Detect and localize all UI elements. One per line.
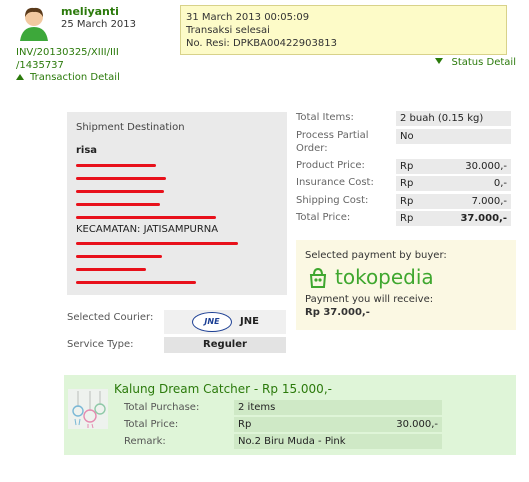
courier-label: Selected Courier: xyxy=(67,312,154,323)
partial-order-value: No xyxy=(396,129,511,144)
remark-value: No.2 Biru Muda - Pink xyxy=(234,434,442,449)
currency: Rp xyxy=(400,196,414,207)
tokopedia-bag-icon xyxy=(309,267,327,288)
avatar xyxy=(16,5,52,41)
total-price-row: Total Price: Rp 37.000,- xyxy=(296,211,516,226)
payment-amount: Rp 37.000,- xyxy=(305,307,370,318)
payment-method: tokopedia xyxy=(335,265,434,289)
amount: 0,- xyxy=(493,178,507,189)
triangle-up-icon xyxy=(16,74,24,80)
product-total-price-row: Total Price: Rp 30.000,- xyxy=(124,417,504,432)
shipping-label: Shipping Cost: xyxy=(296,195,369,206)
product-total-price-value: Rp 30.000,- xyxy=(234,417,442,432)
redacted-line xyxy=(76,275,278,288)
courier-box: JNE JNE xyxy=(164,310,286,334)
redacted-line xyxy=(76,249,278,262)
currency: Rp xyxy=(238,419,252,430)
payment-receive-label: Payment you will receive: xyxy=(305,294,434,305)
amount: 30.000,- xyxy=(465,161,507,172)
triangle-down-icon xyxy=(435,58,444,64)
total-items-value: 2 buah (0.15 kg) xyxy=(396,111,511,126)
redacted-line xyxy=(76,210,278,223)
payment-selected-label: Selected payment by buyer: xyxy=(305,250,447,261)
amount: 37.000,- xyxy=(460,213,507,224)
payment-box: Selected payment by buyer: tokopedia Pay… xyxy=(296,240,516,330)
redacted-line xyxy=(76,184,278,197)
product-price-value: Rp 30.000,- xyxy=(396,159,511,174)
total-price-label: Total Price: xyxy=(296,212,351,223)
total-price-value: Rp 37.000,- xyxy=(396,211,511,226)
insurance-row: Insurance Cost: Rp 0,- xyxy=(296,176,516,191)
shipment-title: Shipment Destination xyxy=(76,122,185,133)
product-thumbnail[interactable] xyxy=(68,389,108,429)
status-datetime: 31 March 2013 00:05:09 xyxy=(186,12,310,23)
tokopedia-logo: tokopedia xyxy=(305,264,507,292)
total-items-row: Total Items: 2 buah (0.15 kg) xyxy=(296,111,516,126)
service-type-value: Reguler xyxy=(164,337,286,353)
jne-logo-icon: JNE xyxy=(192,312,232,332)
currency: Rp xyxy=(400,213,414,224)
invoice-number-link[interactable]: INV/20130325/XIII/III /1435737 xyxy=(16,46,146,72)
transaction-detail-label: Transaction Detail xyxy=(30,72,120,83)
insurance-value: Rp 0,- xyxy=(396,176,511,191)
service-type-label: Service Type: xyxy=(67,339,134,350)
product-total-price-label: Total Price: xyxy=(124,419,179,430)
product-item: Kalung Dream Catcher - Rp 15.000,- Total… xyxy=(64,375,516,455)
recipient-name: risa xyxy=(76,145,98,156)
remark-row: Remark: No.2 Biru Muda - Pink xyxy=(124,434,504,449)
partial-order-label: Process Partial Order: xyxy=(296,130,369,154)
status-box: 31 March 2013 00:05:09 Transaksi selesai… xyxy=(180,5,507,55)
total-items-label: Total Items: xyxy=(296,112,354,123)
district-line: KECAMATAN: JATISAMPURNA xyxy=(76,224,219,235)
total-purchase-label: Total Purchase: xyxy=(124,402,200,413)
product-price-label: Product Price: xyxy=(296,160,365,171)
transaction-detail-toggle[interactable]: Transaction Detail xyxy=(16,72,120,83)
total-purchase-row: Total Purchase: 2 items xyxy=(124,400,504,415)
order-date: 25 March 2013 xyxy=(61,19,137,30)
redacted-line xyxy=(76,171,278,184)
shipping-row: Shipping Cost: Rp 7.000,- xyxy=(296,194,516,209)
partial-order-row: Process Partial Order: No xyxy=(296,129,516,154)
status-detail-label: Status Detail xyxy=(451,57,516,68)
redacted-line xyxy=(76,262,278,275)
status-detail-toggle[interactable]: Status Detail xyxy=(435,57,516,68)
amount: 30.000,- xyxy=(396,419,438,430)
redacted-line xyxy=(76,158,278,171)
currency: Rp xyxy=(400,178,414,189)
status-resi: No. Resi: DPKBA00422903813 xyxy=(186,38,337,49)
redacted-line xyxy=(76,197,278,210)
status-message: Transaksi selesai xyxy=(186,25,270,36)
currency: Rp xyxy=(400,161,414,172)
username[interactable]: meliyanti xyxy=(61,5,119,18)
shipment-destination-card: Shipment Destination risa KECAMATAN: JAT… xyxy=(67,112,287,295)
product-price-row: Product Price: Rp 30.000,- xyxy=(296,159,516,174)
amount: 7.000,- xyxy=(471,196,507,207)
total-purchase-value: 2 items xyxy=(234,400,442,415)
shipping-value: Rp 7.000,- xyxy=(396,194,511,209)
remark-label: Remark: xyxy=(124,436,166,447)
product-title[interactable]: Kalung Dream Catcher - Rp 15.000,- xyxy=(114,382,332,396)
insurance-label: Insurance Cost: xyxy=(296,177,374,188)
courier-name: JNE xyxy=(240,316,259,327)
redacted-line xyxy=(76,236,278,249)
